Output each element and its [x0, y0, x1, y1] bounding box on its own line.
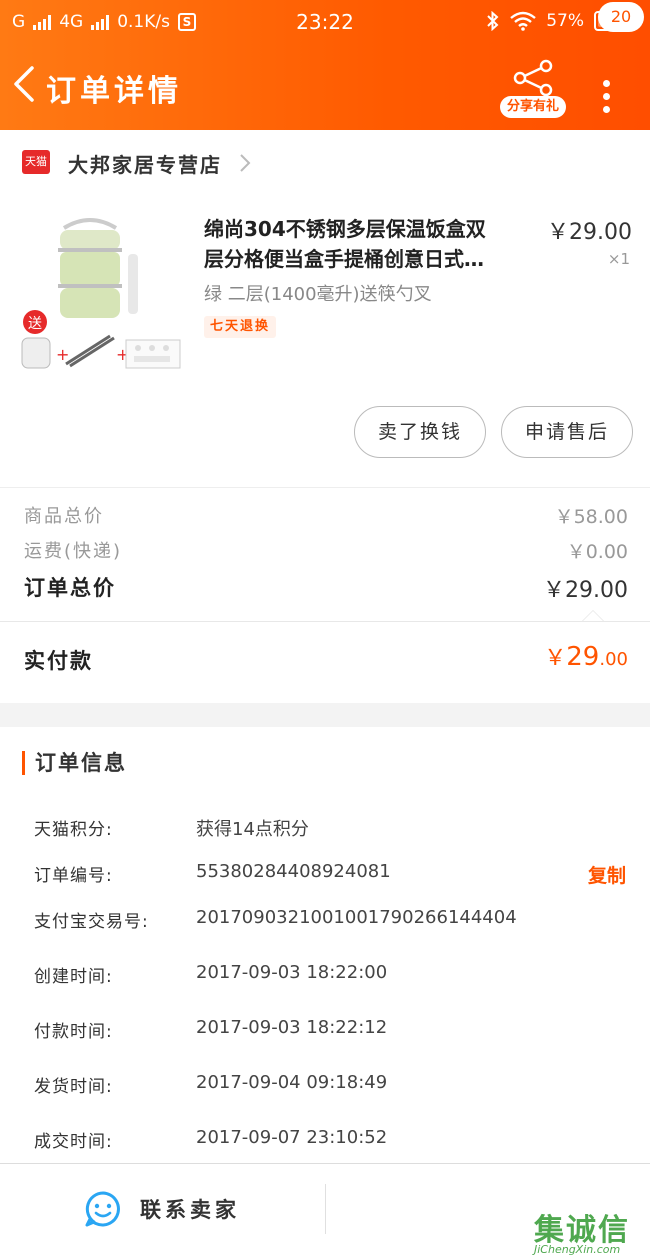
goods-total-value: ￥58.00 [554, 506, 628, 528]
store-row[interactable]: 天猫 大邦家居专营店 [0, 130, 650, 196]
watermark-url: JiChengXin.com [534, 1243, 621, 1256]
bluetooth-icon [487, 11, 499, 31]
info-value: 2017-09-07 23:10:52 [196, 1127, 388, 1148]
product-price: ￥29.00 [547, 220, 632, 245]
after-sale-button[interactable]: 申请售后 [501, 406, 633, 458]
share-label: 分享有礼 [500, 96, 566, 118]
paid-label: 实付款 [24, 649, 93, 673]
info-label: 订单编号: [34, 866, 113, 886]
paid-value: ￥29.00 [544, 640, 628, 672]
info-label: 创建时间: [34, 967, 113, 987]
chevron-right-icon [240, 154, 251, 172]
paid-integer: 29 [566, 642, 600, 672]
product-image[interactable]: 送 + + [20, 214, 182, 376]
info-label: 成交时间: [34, 1132, 113, 1152]
shipping-label: 运费(快递) [24, 541, 123, 562]
info-value: 55380284408924081 [196, 861, 391, 882]
goods-total-label: 商品总价 [24, 506, 104, 527]
order-total-label: 订单总价 [24, 576, 116, 600]
product-title-line-2: 层分格便当盒手提桶创意日式… [204, 247, 484, 271]
info-value: 2017-09-03 18:22:12 [196, 1017, 388, 1038]
gift-label: 送 [28, 316, 42, 332]
status-bar: G 4G 0.1K/s S 23:22 57% [0, 0, 650, 46]
divider [325, 1184, 326, 1234]
contact-seller-label: 联系卖家 [140, 1198, 240, 1222]
more-dots-icon[interactable] [600, 80, 612, 120]
chat-smile-icon [85, 1191, 120, 1227]
order-info-title: 订单信息 [22, 751, 127, 775]
share-button[interactable]: 分享有礼 [500, 58, 566, 118]
divider [0, 487, 650, 488]
svg-text:+: + [56, 345, 69, 364]
back-chevron-icon[interactable] [10, 64, 40, 104]
message-count-badge[interactable]: 20 [598, 2, 644, 32]
order-info-section: 订单信息 天猫积分: 获得14点积分 订单编号: 553802844089240… [0, 727, 650, 1163]
share-icon [513, 59, 553, 97]
top-header-area: G 4G 0.1K/s S 23:22 57% 订单详情 分享有礼 20 [0, 0, 650, 130]
page-title: 订单详情 [46, 74, 182, 109]
order-total-value: ￥29.00 [543, 578, 628, 603]
paid-currency: ￥ [544, 646, 567, 671]
wifi-icon [510, 11, 536, 31]
battery-percent: 57% [546, 11, 584, 31]
info-label: 天猫积分: [34, 820, 113, 840]
shipping-value: ￥0.00 [566, 541, 628, 563]
return-policy-tag: 七天退换 [204, 316, 277, 338]
nav-header: 订单详情 分享有礼 [0, 46, 650, 130]
info-label: 支付宝交易号: [34, 912, 149, 932]
info-value: 2017090321001001790266144404 [196, 907, 517, 928]
caret-up-icon [582, 610, 604, 621]
tmall-logo-icon: 天猫 [22, 150, 50, 174]
watermark: 集诚信 JiChengXin.com [530, 1205, 650, 1257]
store-name: 大邦家居专营店 [68, 153, 222, 177]
product-title[interactable]: 绵尚304不锈钢多层保温饭盒双 层分格便当盒手提桶创意日式… [204, 214, 534, 274]
info-label: 付款时间: [34, 1022, 113, 1042]
info-value: 2017-09-04 09:18:49 [196, 1072, 388, 1093]
paid-decimal: .00 [599, 649, 628, 670]
info-value: 获得14点积分 [196, 819, 309, 840]
contact-seller-button[interactable]: 联系卖家 [84, 1190, 240, 1228]
product-sku: 绿 二层(1400毫升)送筷勺叉 [204, 284, 432, 305]
product-quantity: ×1 [607, 250, 630, 268]
info-label: 发货时间: [34, 1077, 113, 1097]
sell-button[interactable]: 卖了换钱 [354, 406, 486, 458]
product-title-line-1: 绵尚304不锈钢多层保温饭盒双 [204, 217, 486, 241]
copy-order-number-button[interactable]: 复制 [588, 861, 626, 888]
divider [0, 621, 650, 622]
order-card: 天猫 大邦家居专营店 送 + + 绵尚304不锈钢多层保温饭盒双 层分格便当盒手… [0, 130, 650, 703]
info-value: 2017-09-03 18:22:00 [196, 962, 388, 983]
